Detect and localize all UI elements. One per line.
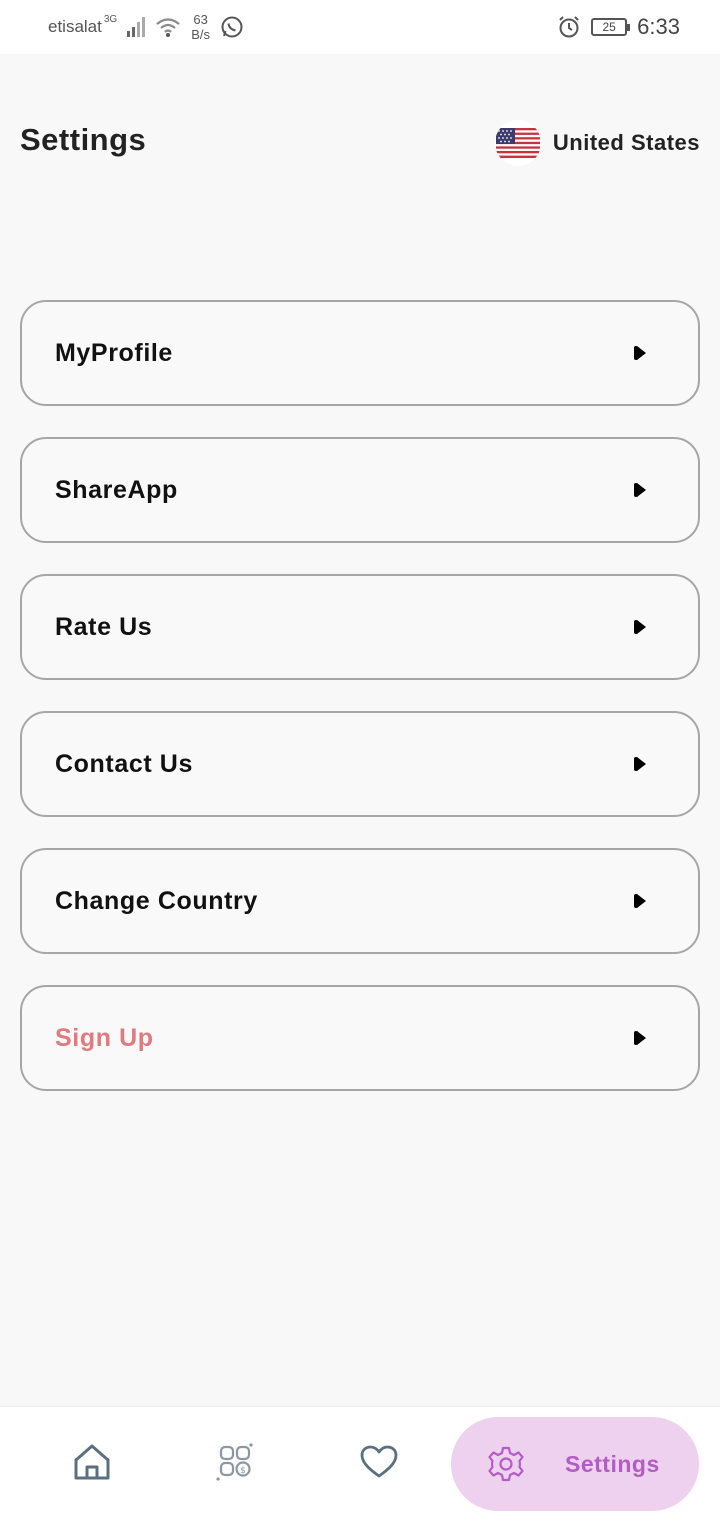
chevron-right-icon: [634, 757, 646, 771]
menu-item-rate-us[interactable]: Rate Us: [20, 574, 700, 680]
gear-icon: [488, 1446, 524, 1482]
settings-menu: MyProfile ShareApp Rate Us Contact Us Ch…: [20, 300, 700, 1122]
menu-item-label: ShareApp: [55, 475, 178, 504]
alarm-icon: [559, 16, 579, 38]
speed-value: 63: [193, 12, 208, 27]
menu-item-label: MyProfile: [55, 338, 173, 367]
chevron-right-icon: [634, 346, 646, 360]
heart-icon: [360, 1445, 398, 1478]
whatsapp-icon: [221, 16, 243, 38]
chevron-right-icon: [634, 620, 646, 634]
signal-icon: [127, 17, 146, 37]
chevron-right-icon: [634, 483, 646, 497]
speed-unit: B/s: [191, 27, 211, 42]
menu-item-label: Sign Up: [55, 1023, 154, 1052]
network-speed: 63 B/s: [191, 12, 210, 42]
menu-item-label: Contact Us: [55, 749, 193, 778]
nav-home-button[interactable]: [67, 1437, 117, 1487]
nav-settings-button[interactable]: Settings: [451, 1417, 699, 1511]
us-flag-icon: [494, 120, 541, 166]
nav-deals-button[interactable]: $: [210, 1437, 260, 1487]
page-title: Settings: [20, 122, 147, 157]
menu-item-contact-us[interactable]: Contact Us: [20, 711, 700, 817]
network-type: 3G: [103, 13, 118, 25]
nav-favorites-button[interactable]: [354, 1437, 404, 1487]
status-bar-right: 25 6:33: [557, 14, 680, 40]
menu-item-label: Change Country: [55, 886, 258, 915]
menu-item-my-profile[interactable]: MyProfile: [20, 300, 700, 406]
wifi-icon: [156, 18, 180, 37]
deals-grid-icon: $: [216, 1443, 253, 1481]
home-icon: [74, 1444, 110, 1480]
country-name: United States: [552, 130, 700, 155]
menu-item-change-country[interactable]: Change Country: [20, 848, 700, 954]
battery-icon: 25: [591, 18, 631, 36]
chevron-right-icon: [634, 894, 646, 908]
menu-item-share-app[interactable]: ShareApp: [20, 437, 700, 543]
menu-item-sign-up[interactable]: Sign Up: [20, 985, 700, 1091]
status-bar: etisalat 3G 63 B/s 25 6:33: [0, 0, 720, 54]
nav-settings-label: Settings: [565, 1450, 660, 1477]
chevron-right-icon: [634, 1031, 646, 1045]
bottom-nav: $ Settings: [0, 1406, 720, 1520]
carrier-name: etisalat: [48, 17, 102, 36]
country-selector[interactable]: United States: [494, 120, 700, 166]
status-time: 6:33: [637, 14, 680, 39]
svg-text:$: $: [240, 1466, 246, 1476]
status-bar-left: etisalat 3G 63 B/s: [48, 12, 244, 42]
menu-item-label: Rate Us: [55, 612, 153, 641]
